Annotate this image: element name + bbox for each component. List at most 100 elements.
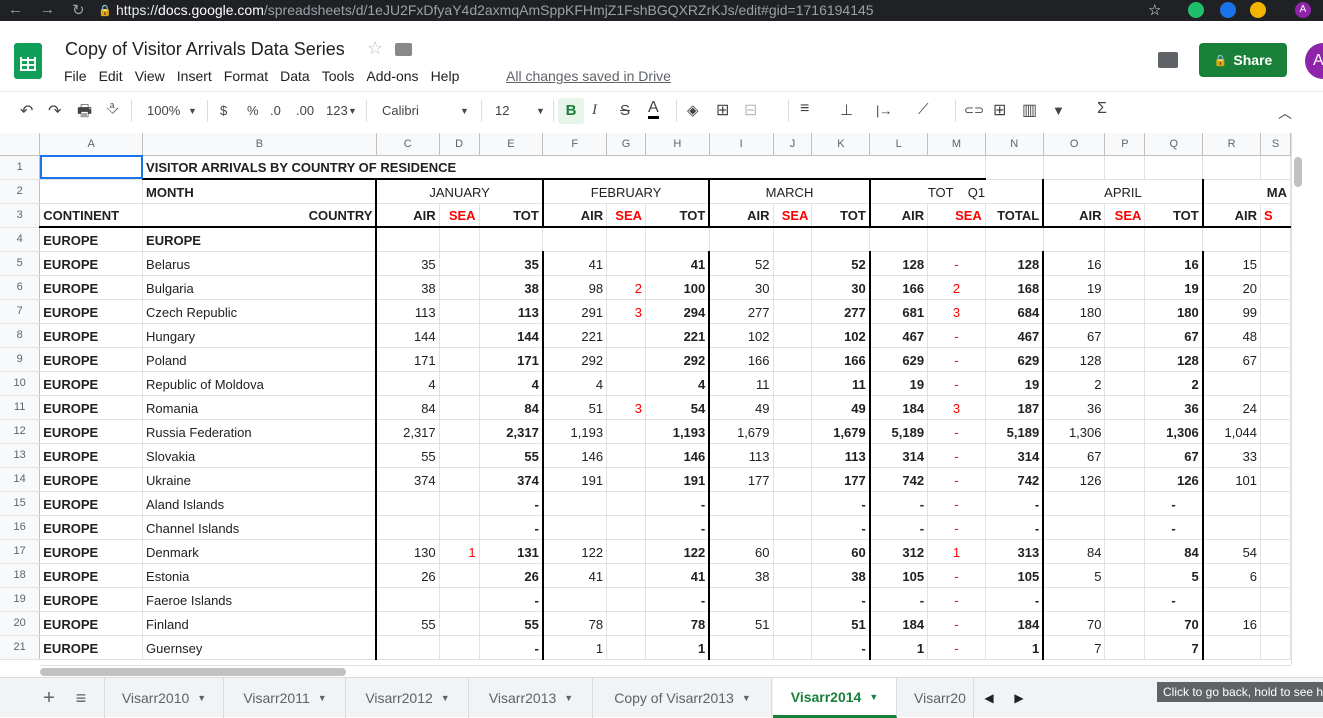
value-cell[interactable]: -: [927, 467, 986, 492]
tot-header[interactable]: TOT: [645, 203, 711, 228]
cell[interactable]: [1144, 155, 1204, 180]
continent-cell[interactable]: EUROPE: [39, 611, 144, 636]
document-title[interactable]: Copy of Visitor Arrivals Data Series: [65, 39, 345, 60]
value-cell[interactable]: [542, 491, 608, 516]
strikethrough-button[interactable]: S: [620, 102, 630, 119]
value-cell[interactable]: 171: [376, 347, 440, 372]
value-cell[interactable]: [773, 299, 813, 324]
scrollbar-thumb[interactable]: [1294, 157, 1302, 187]
select-all-corner[interactable]: [0, 133, 41, 156]
value-cell[interactable]: 52: [709, 251, 774, 276]
country-cell[interactable]: Denmark: [142, 539, 378, 564]
row-header[interactable]: 21: [0, 635, 41, 660]
value-cell[interactable]: [1202, 515, 1262, 540]
value-cell[interactable]: 33: [1202, 443, 1262, 468]
sheet-tab[interactable]: Visarr20: [898, 678, 974, 718]
value-cell[interactable]: 48: [1202, 323, 1262, 348]
country-cell[interactable]: Channel Islands: [142, 515, 378, 540]
value-cell[interactable]: -: [645, 587, 711, 612]
value-cell[interactable]: 11: [709, 371, 774, 396]
month-february[interactable]: FEBRUARY: [542, 179, 711, 204]
profile-avatar[interactable]: A: [1295, 2, 1311, 18]
month-label[interactable]: MONTH: [142, 179, 378, 204]
value-cell[interactable]: 60: [811, 539, 871, 564]
cell[interactable]: [1104, 155, 1146, 180]
value-cell[interactable]: [1104, 323, 1146, 348]
cell[interactable]: [1260, 275, 1291, 300]
continent-cell[interactable]: EUROPE: [39, 299, 144, 324]
value-cell[interactable]: [376, 491, 440, 516]
value-cell[interactable]: 38: [479, 275, 544, 300]
value-cell[interactable]: 19: [869, 371, 929, 396]
value-cell[interactable]: [1104, 635, 1146, 660]
sheet-tab[interactable]: Visarr2010 ▼: [104, 678, 224, 718]
row-header[interactable]: 7: [0, 299, 41, 324]
continent-cell[interactable]: EUROPE: [39, 467, 144, 492]
extension-icon[interactable]: [1250, 2, 1266, 18]
cell[interactable]: [1260, 251, 1291, 276]
value-cell[interactable]: 5: [1043, 563, 1106, 588]
value-cell[interactable]: [606, 611, 647, 636]
value-cell[interactable]: [1104, 611, 1146, 636]
value-cell[interactable]: 51: [811, 611, 871, 636]
value-cell[interactable]: 1,679: [811, 419, 871, 444]
paint-format-icon[interactable]: ⎀: [106, 100, 119, 118]
value-cell[interactable]: 38: [709, 563, 774, 588]
value-cell[interactable]: 7: [1144, 635, 1204, 660]
value-cell[interactable]: -: [1144, 515, 1204, 540]
value-cell[interactable]: -: [811, 491, 871, 516]
value-cell[interactable]: 128: [1144, 347, 1204, 372]
value-cell[interactable]: [542, 515, 608, 540]
cell[interactable]: [927, 227, 986, 252]
value-cell[interactable]: 49: [709, 395, 774, 420]
total-header[interactable]: TOTAL: [985, 203, 1045, 228]
sheet-tab[interactable]: Visarr2012 ▼: [347, 678, 469, 718]
collapse-toolbar-icon[interactable]: ︿: [1278, 103, 1292, 123]
country-cell[interactable]: Guernsey: [142, 635, 378, 660]
value-cell[interactable]: 374: [376, 467, 440, 492]
cell[interactable]: [1260, 635, 1291, 660]
row-header[interactable]: 17: [0, 539, 41, 564]
value-cell[interactable]: [606, 443, 647, 468]
value-cell[interactable]: 130: [376, 539, 440, 564]
scrollbar-thumb[interactable]: [40, 668, 346, 676]
value-cell[interactable]: 102: [709, 323, 774, 348]
decrease-decimal-button[interactable]: .0: [270, 103, 281, 118]
spreadsheet-grid[interactable]: A B C D E F G H I J K L M N O P Q R S 1 …: [0, 133, 1291, 665]
value-cell[interactable]: -: [479, 491, 544, 516]
value-cell[interactable]: -: [645, 491, 711, 516]
value-cell[interactable]: -: [1144, 587, 1204, 612]
vertical-align-icon[interactable]: ⊥: [840, 101, 853, 119]
menu-file[interactable]: File: [64, 68, 87, 84]
value-cell[interactable]: 1,193: [645, 419, 711, 444]
month-may[interactable]: MA: [1202, 179, 1291, 204]
sheet-tab[interactable]: Copy of Visarr2013 ▼: [594, 678, 772, 718]
cell[interactable]: [1260, 443, 1291, 468]
value-cell[interactable]: [773, 635, 813, 660]
value-cell[interactable]: 5: [1144, 563, 1204, 588]
value-cell[interactable]: 122: [645, 539, 711, 564]
value-cell[interactable]: 1,306: [1144, 419, 1204, 444]
country-cell[interactable]: EUROPE: [142, 227, 378, 252]
quarter-total[interactable]: TOT Q1: [869, 179, 1045, 204]
value-cell[interactable]: 36: [1144, 395, 1204, 420]
cell[interactable]: [1260, 227, 1291, 252]
value-cell[interactable]: [1104, 443, 1146, 468]
value-cell[interactable]: 84: [1144, 539, 1204, 564]
column-header[interactable]: O: [1043, 133, 1106, 156]
increase-decimal-button[interactable]: .00: [296, 103, 314, 118]
value-cell[interactable]: 113: [376, 299, 440, 324]
value-cell[interactable]: 177: [709, 467, 774, 492]
value-cell[interactable]: [1104, 395, 1146, 420]
value-cell[interactable]: [1104, 467, 1146, 492]
value-cell[interactable]: 629: [869, 347, 929, 372]
value-cell[interactable]: 5,189: [985, 419, 1045, 444]
value-cell[interactable]: 184: [869, 395, 929, 420]
menu-tools[interactable]: Tools: [322, 68, 355, 84]
horizontal-scrollbar[interactable]: [40, 665, 1291, 677]
continent-cell[interactable]: EUROPE: [39, 419, 144, 444]
value-cell[interactable]: 70: [1043, 611, 1106, 636]
cell[interactable]: [1260, 395, 1291, 420]
continent-cell[interactable]: EUROPE: [39, 275, 144, 300]
chevron-down-icon[interactable]: ▼: [564, 693, 573, 703]
